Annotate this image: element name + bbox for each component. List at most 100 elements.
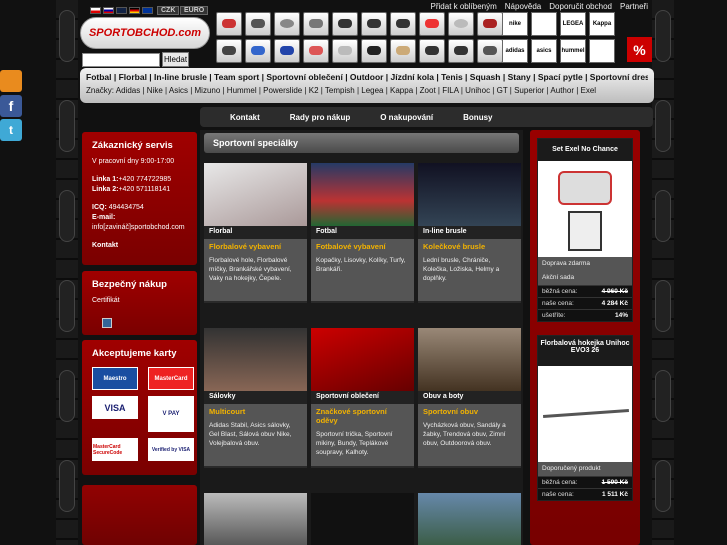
currency-czk[interactable]: CZK xyxy=(157,6,180,15)
nav-about-shopping[interactable]: O nakupování xyxy=(380,113,433,122)
category-tile-salovky[interactable]: Sálovky Multicourt Adidas Stabil, Asics s… xyxy=(204,328,307,468)
nav-buying-tips[interactable]: Rady pro nákup xyxy=(290,113,350,122)
tile-image[interactable] xyxy=(418,493,521,545)
product-thumb[interactable] xyxy=(216,12,242,36)
site-logo[interactable]: SPORTOBCHOD.com xyxy=(80,17,210,49)
tile-category: Florbal xyxy=(204,226,307,239)
product-thumb[interactable] xyxy=(448,39,474,63)
brand-kappa[interactable]: Kappa xyxy=(589,12,615,36)
certificate-icon[interactable] xyxy=(102,318,112,328)
help-link[interactable]: Nápověda xyxy=(505,2,541,11)
category-tile[interactable] xyxy=(418,493,521,545)
cards-title: Akceptujeme karty xyxy=(92,348,177,359)
brand-legea[interactable]: LEGEA xyxy=(560,12,586,36)
product-thumb[interactable] xyxy=(477,39,503,63)
add-favorite-link[interactable]: Přidat k oblíbeným xyxy=(431,2,497,11)
tile-desc: Florbalové hole, Florbalové míčky, Brank… xyxy=(209,257,292,282)
tile-title[interactable]: Fotbalové vybavení xyxy=(316,242,409,251)
mastercard-securecode-logo: MasterCard SecureCode xyxy=(92,438,138,461)
product-thumb[interactable] xyxy=(390,12,416,36)
product-thumb[interactable] xyxy=(332,12,358,36)
nav-bonuses[interactable]: Bonusy xyxy=(463,113,492,122)
brand-links[interactable]: Značky: Adidas | Nike | Asics | Mizuno |… xyxy=(86,86,648,95)
email-share-icon[interactable] xyxy=(0,70,22,92)
service-email[interactable]: info[zavináč]sportobchod.com xyxy=(92,223,187,233)
twitter-icon[interactable]: t xyxy=(0,119,22,141)
stick-shape xyxy=(543,409,629,418)
tile-title[interactable]: Florbalové vybavení xyxy=(209,242,302,251)
category-tile-florbal[interactable]: Florbal Florbalové vybavení Florbalové ho… xyxy=(204,163,307,303)
brand-nike[interactable]: nike xyxy=(502,12,528,36)
sale-badge[interactable]: % xyxy=(627,37,652,62)
category-tile[interactable] xyxy=(311,493,414,545)
brand-hummel[interactable]: hummel xyxy=(560,39,586,63)
watermark-logo xyxy=(655,100,671,152)
tile-title[interactable]: Sportovní obuv xyxy=(423,407,516,416)
brand-logo[interactable] xyxy=(531,12,557,36)
tile-title[interactable]: Značkové sportovní oděvy xyxy=(316,407,409,425)
left-panel-continued xyxy=(82,485,197,545)
flag-sk-icon[interactable] xyxy=(103,7,114,14)
category-tile-inline[interactable]: In-line brusle Kolečkové brusle Lední bru… xyxy=(418,163,521,303)
product-thumb[interactable] xyxy=(419,12,445,36)
product-thumb[interactable] xyxy=(216,39,242,63)
product-thumb[interactable] xyxy=(361,12,387,36)
product-name[interactable]: Florbalová hokejka Unihoc EVO3 26 xyxy=(538,336,632,366)
product-thumb[interactable] xyxy=(332,39,358,63)
product-name[interactable]: Set Exel No Chance xyxy=(538,139,632,161)
product-thumb[interactable] xyxy=(303,12,329,36)
tile-image[interactable] xyxy=(204,493,307,545)
tile-image[interactable] xyxy=(311,163,414,226)
product-thumb[interactable] xyxy=(245,39,271,63)
product-thumb[interactable] xyxy=(361,39,387,63)
tile-image[interactable] xyxy=(311,493,414,545)
tile-image[interactable] xyxy=(418,328,521,391)
product-thumb[interactable] xyxy=(477,12,503,36)
search-input[interactable] xyxy=(82,53,160,67)
maestro-logo: Maestro xyxy=(92,367,138,390)
partners-link[interactable]: Partneři xyxy=(620,2,648,11)
our-price-label: naše cena: xyxy=(542,491,574,498)
tile-title[interactable]: Multicourt xyxy=(209,407,302,416)
flag-cz-icon[interactable] xyxy=(90,7,101,14)
brand-asics[interactable]: asics xyxy=(531,39,557,63)
facebook-icon[interactable]: f xyxy=(0,95,22,117)
flag-eu-icon[interactable] xyxy=(142,7,153,14)
tile-title[interactable]: Kolečkové brusle xyxy=(423,242,516,251)
tile-image[interactable] xyxy=(418,163,521,226)
pants-shape xyxy=(568,211,602,251)
nav-contact[interactable]: Kontakt xyxy=(230,113,260,122)
category-tile-fotbal[interactable]: Fotbal Fotbalové vybavení Kopačky, Lisovk… xyxy=(311,163,414,303)
category-links[interactable]: Fotbal | Florbal | In-line brusle | Team… xyxy=(86,72,648,82)
currency-euro[interactable]: EURO xyxy=(180,6,209,15)
category-tile[interactable] xyxy=(204,493,307,545)
flag-uk-icon[interactable] xyxy=(116,7,127,14)
product-thumb[interactable] xyxy=(274,12,300,36)
regular-price: 4 960 Kč xyxy=(601,288,628,295)
recommend-link[interactable]: Doporučit obchod xyxy=(549,2,612,11)
product-thumb[interactable] xyxy=(390,39,416,63)
cert-label[interactable]: Certifikát xyxy=(92,296,187,306)
tile-image[interactable] xyxy=(311,328,414,391)
brand-logo[interactable] xyxy=(589,39,615,63)
product-thumb[interactable] xyxy=(419,39,445,63)
our-price: 4 284 Kč xyxy=(601,300,628,307)
tile-image[interactable] xyxy=(204,328,307,391)
left-decor-strip xyxy=(56,0,78,545)
category-tile-obuv[interactable]: Obuv a boty Sportovní obuv Vycházková obu… xyxy=(418,328,521,468)
category-tile-obleceni[interactable]: Sportovní oblečení Značkové sportovní od… xyxy=(311,328,414,468)
product-thumb[interactable] xyxy=(448,12,474,36)
product-image[interactable] xyxy=(538,366,632,462)
contact-link[interactable]: Kontakt xyxy=(92,241,187,251)
product-card[interactable]: Set Exel No Chance Doprava zdarma Akční … xyxy=(537,138,633,322)
product-image[interactable] xyxy=(538,161,632,257)
product-card[interactable]: Florbalová hokejka Unihoc EVO3 26 Doporu… xyxy=(537,335,633,501)
brand-adidas[interactable]: adidas xyxy=(502,39,528,63)
product-thumb[interactable] xyxy=(274,39,300,63)
product-thumb[interactable] xyxy=(303,39,329,63)
tile-image[interactable] xyxy=(204,163,307,226)
product-thumb[interactable] xyxy=(245,12,271,36)
regular-price: 1 590 Kč xyxy=(601,479,628,486)
search-button[interactable]: Hledat xyxy=(162,52,189,67)
flag-de-icon[interactable] xyxy=(129,7,140,14)
